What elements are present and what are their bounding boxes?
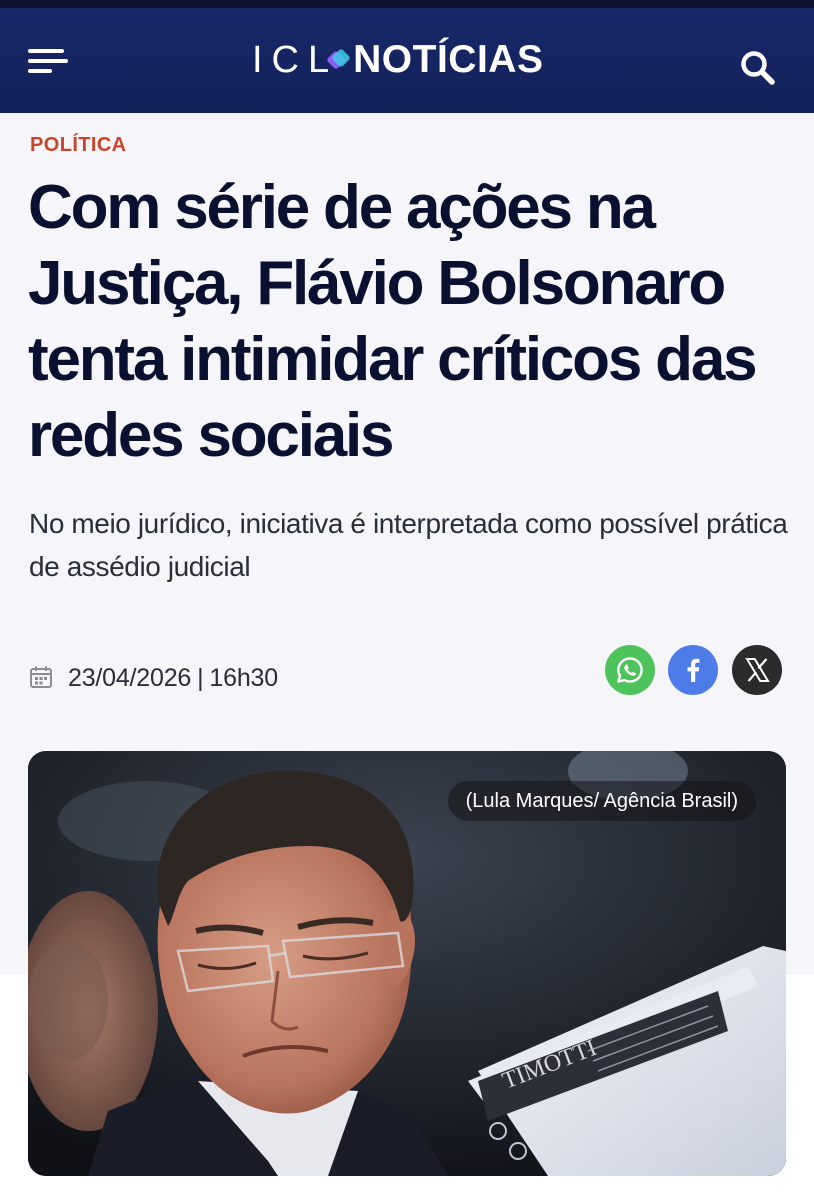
top-strip xyxy=(0,0,814,8)
logo-noticias-text: NOTÍCIAS xyxy=(353,38,544,81)
search-icon[interactable] xyxy=(738,48,778,88)
site-header: ICL NOTÍCIAS xyxy=(0,8,814,113)
logo-mark-icon xyxy=(326,48,352,71)
datetime-separator: | xyxy=(197,664,204,692)
share-whatsapp-button[interactable] xyxy=(605,645,655,695)
article-hero-image[interactable]: TIMOTTI (Lula Marques/ Agência Brasil) xyxy=(28,751,786,1176)
article-time: 16h30 xyxy=(209,664,278,692)
site-logo[interactable]: ICL NOTÍCIAS xyxy=(252,38,543,82)
facebook-icon xyxy=(687,658,700,682)
share-x-button[interactable] xyxy=(732,645,782,695)
whatsapp-icon xyxy=(617,657,643,683)
photo-credit: (Lula Marques/ Agência Brasil) xyxy=(447,781,756,821)
article-date: 23/04/2026 xyxy=(68,664,192,692)
hamburger-menu-icon[interactable] xyxy=(26,44,68,78)
x-icon xyxy=(745,658,770,682)
share-facebook-button[interactable] xyxy=(668,645,718,695)
article-subtitle: No meio jurídico, iniciativa é interpret… xyxy=(29,508,788,582)
article-category[interactable]: POLÍTICA xyxy=(30,134,127,157)
logo-icl-text: ICL xyxy=(252,38,339,81)
article-datetime: 23/04/2026 | 16h30 xyxy=(68,664,278,693)
article-title: Com série de ações na Justiça, Flávio Bo… xyxy=(28,173,758,470)
calendar-icon xyxy=(29,665,53,689)
